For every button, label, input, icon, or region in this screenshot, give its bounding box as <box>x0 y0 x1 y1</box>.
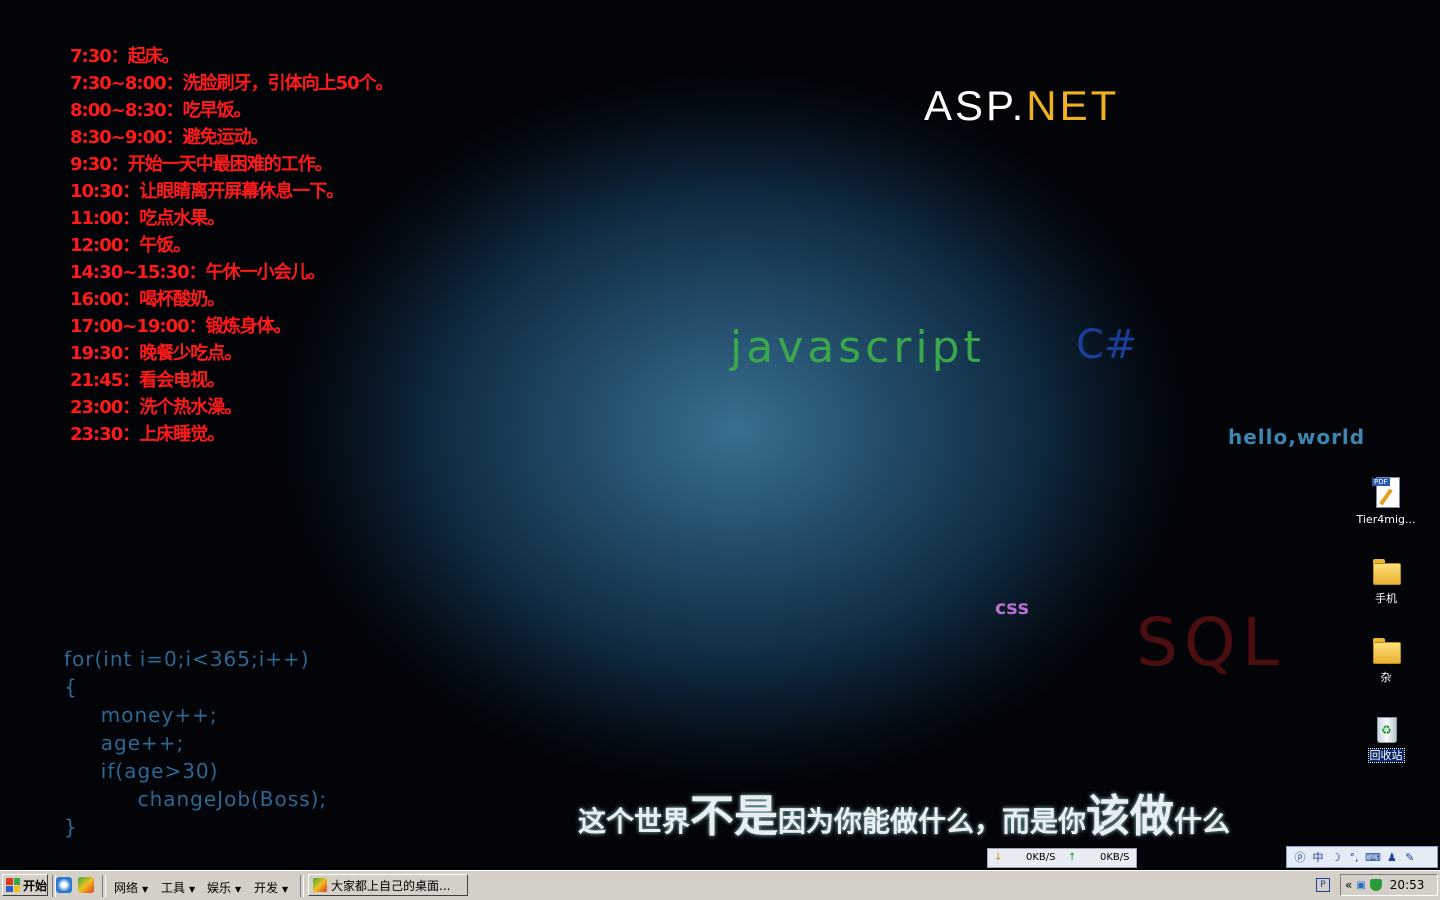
schedule-item: 23:30：上床睡觉。 <box>70 424 225 445</box>
slogan-segment: 这个世界 <box>578 805 691 838</box>
schedule-item: 19:30：晚餐少吃点。 <box>70 343 242 364</box>
schedule-list: 7:30：起床。 7:30~8:00：洗脸刷牙，引体向上50个。 8:00~8:30… <box>70 43 394 448</box>
recycle-bin-icon: ♻ <box>1370 712 1402 744</box>
desktop-icon-label: 回收站 <box>1367 748 1405 763</box>
folder-icon <box>1370 634 1402 666</box>
half-width-moon-icon[interactable]: ☽ <box>1329 851 1343 864</box>
taskbar-window-title: 大家都上自己的桌面... <box>331 878 451 893</box>
slogan-segment: 因为你能做什么，而是你 <box>778 805 1087 838</box>
schedule-item: 8:00~8:30：吃早饭。 <box>70 100 252 121</box>
taskbar: 开始 网络 ▼ 工具 ▼ 娱乐 ▼ 开发 ▼ 大家都上自己的桌面... P « ▣ 20… <box>0 870 1440 900</box>
dropdown-arrow-icon: ▼ <box>189 885 196 894</box>
security-shield-icon[interactable] <box>1369 879 1382 891</box>
schedule-item: 23:00：洗个热水澡。 <box>70 397 242 418</box>
schedule-item: 14:30~15:30：午休一小会儿。 <box>70 262 326 283</box>
asp-net-logo: ASP.NET <box>924 82 1119 130</box>
schedule-item: 17:00~19:00：锻炼身体。 <box>70 316 292 337</box>
toolbar-menu-development[interactable]: 开发 ▼ <box>254 879 288 896</box>
hello-world-text: hello,world <box>1228 425 1366 449</box>
system-tray: « ▣ 20:53 <box>1340 874 1438 896</box>
download-arrow-icon: ↓ <box>994 852 1003 863</box>
ie-browser-icon[interactable] <box>56 877 72 893</box>
punctuation-icon[interactable]: °, <box>1347 851 1361 864</box>
download-speed: 0KB/S <box>1026 852 1056 863</box>
tray-expand-button[interactable]: « <box>1345 878 1352 892</box>
ime-tray-icon[interactable]: P <box>1316 878 1330 892</box>
desktop-icon-recycle-bin[interactable]: ♻ 回收站 <box>1350 712 1422 763</box>
ime-mode-toggle[interactable]: 中 <box>1311 849 1325 865</box>
csharp-text: C# <box>1076 322 1138 368</box>
upload-arrow-icon: ↑ <box>1068 852 1077 863</box>
clock[interactable]: 20:53 <box>1390 878 1425 892</box>
soft-keyboard-icon[interactable]: ⌨ <box>1365 851 1381 864</box>
code-snippet: for(int i=0;i<365;i++) { money++; age++;… <box>64 647 328 839</box>
taskbar-separator <box>102 875 106 897</box>
dropdown-arrow-icon: ▼ <box>282 885 289 894</box>
desktop: 7:30：起床。 7:30~8:00：洗脸刷牙，引体向上50个。 8:00~8:30… <box>0 0 1440 870</box>
toolbar-menu-label: 工具 <box>161 881 186 895</box>
schedule-item: 21:45：看会电视。 <box>70 370 225 391</box>
toolbar-menu-tools[interactable]: 工具 ▼ <box>161 879 195 896</box>
start-label: 开始 <box>23 878 48 893</box>
folder-icon <box>1370 555 1402 587</box>
desktop-icon-misc-folder[interactable]: 杂 <box>1350 634 1422 685</box>
slogan: 这个世界不是因为你能做什么，而是你该做什么 <box>578 780 1230 844</box>
pdf-file-icon: PDF <box>1370 476 1402 508</box>
dropdown-arrow-icon: ▼ <box>235 885 242 894</box>
windows-logo-icon <box>6 878 20 892</box>
network-speed-meter[interactable]: ↓ 0KB/S ↑ 0KB/S <box>987 848 1137 868</box>
slogan-segment: 该做 <box>1086 791 1175 842</box>
desktop-icon-label: 手机 <box>1375 592 1397 605</box>
schedule-item: 16:00：喝杯酸奶。 <box>70 289 225 310</box>
desktop-icon-phone-folder[interactable]: 手机 <box>1350 555 1422 606</box>
slogan-segment: 什么 <box>1174 805 1231 838</box>
schedule-item: 9:30：开始一天中最困难的工作。 <box>70 154 333 175</box>
toolbar-menu-entertainment[interactable]: 娱乐 ▼ <box>207 879 241 896</box>
start-button[interactable]: 开始 <box>2 874 48 896</box>
slogan-segment: 不是 <box>690 791 779 842</box>
toolbar-menu-label: 娱乐 <box>207 881 232 895</box>
schedule-item: 8:30~9:00：避免运动。 <box>70 127 269 148</box>
toolbar-menu-label: 网络 <box>114 881 139 895</box>
schedule-item: 7:30：起床。 <box>70 46 180 67</box>
ime-logo-icon[interactable]: ⓟ <box>1293 849 1307 865</box>
schedule-item: 10:30：让眼睛离开屏幕休息一下。 <box>70 181 344 202</box>
dropdown-arrow-icon: ▼ <box>142 885 149 894</box>
language-bar[interactable]: ⓟ 中 ☽ °, ⌨ ♟ ✎ <box>1286 846 1438 868</box>
net-text: NET <box>1026 82 1120 129</box>
css-text: css <box>995 597 1029 619</box>
wrench-icon[interactable]: ✎ <box>1403 851 1417 864</box>
asp-text: ASP. <box>924 82 1027 129</box>
show-desktop-icon[interactable] <box>78 877 94 893</box>
taskbar-separator <box>300 875 304 897</box>
network-status-icon[interactable]: ▣ <box>1356 880 1365 891</box>
schedule-item: 7:30~8:00：洗脸刷牙，引体向上50个。 <box>70 73 394 94</box>
taskbar-window-button[interactable]: 大家都上自己的桌面... <box>308 874 468 896</box>
desktop-icon-pdf[interactable]: PDF Tier4mig... <box>1350 476 1422 527</box>
sql-text: SQL <box>1136 604 1285 681</box>
window-app-icon <box>313 878 327 892</box>
user-icon[interactable]: ♟ <box>1385 851 1399 864</box>
desktop-icon-label: Tier4mig... <box>1356 513 1416 526</box>
toolbar-menu-network[interactable]: 网络 ▼ <box>114 879 148 896</box>
upload-speed: 0KB/S <box>1100 852 1130 863</box>
schedule-item: 11:00：吃点水果。 <box>70 208 225 229</box>
schedule-item: 12:00：午饭。 <box>70 235 191 256</box>
toolbar-menu-label: 开发 <box>254 881 279 895</box>
desktop-icon-label: 杂 <box>1380 671 1392 684</box>
javascript-text: javascript <box>730 322 985 373</box>
